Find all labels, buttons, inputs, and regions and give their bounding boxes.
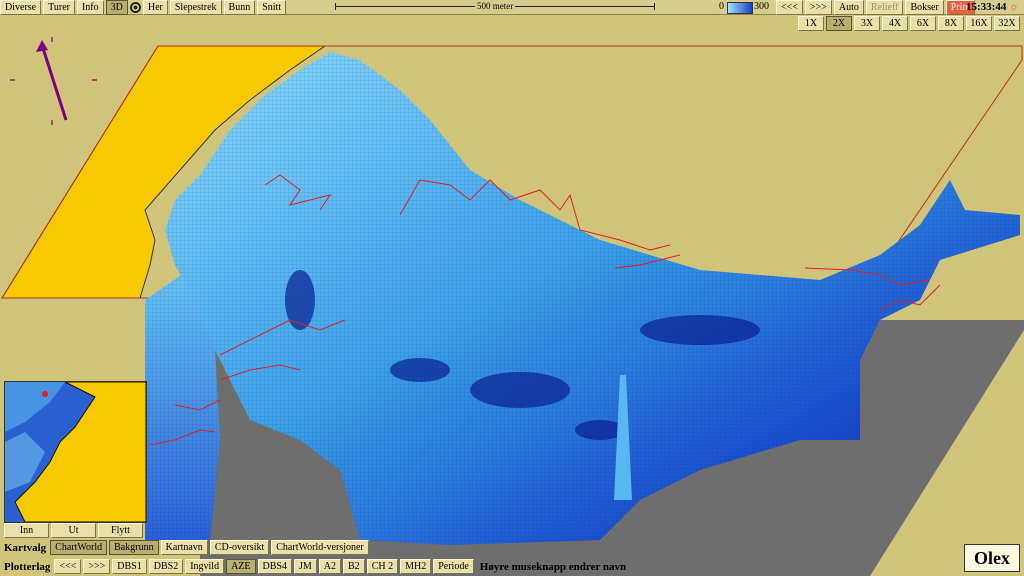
plotterlag-dbs1[interactable]: DBS1: [112, 559, 147, 574]
plotterlag-mh2[interactable]: MH2: [400, 559, 432, 574]
plotterlag-bar: Plotterlag <<< >>> DBS1 DBS2 Ingvild AZE…: [4, 559, 626, 574]
auto-button[interactable]: Auto: [833, 0, 864, 15]
zoom-4x[interactable]: 4X: [882, 16, 908, 31]
plotterlag-b2[interactable]: B2: [343, 559, 365, 574]
plotterlag-jm[interactable]: JM: [293, 559, 317, 574]
kartvalg-bakgrunn[interactable]: Bakgrunn: [109, 540, 159, 555]
plotterlag-ch2[interactable]: CH 2: [366, 559, 399, 574]
plotterlag-ingvild[interactable]: Ingvild: [185, 559, 225, 574]
menu-turer[interactable]: Turer: [43, 0, 75, 15]
nav-next-button[interactable]: >>>: [804, 0, 832, 15]
zoom-3x[interactable]: 3X: [854, 16, 880, 31]
depth-color-scale[interactable]: [727, 2, 753, 14]
plotterlag-aze[interactable]: AZE: [226, 559, 256, 574]
menu-diverse[interactable]: Diverse: [0, 0, 42, 15]
menu-slepestrek[interactable]: Slepestrek: [169, 0, 222, 15]
plotterlag-prev[interactable]: <<<: [54, 559, 82, 574]
kartvalg-chartworld-versjoner[interactable]: ChartWorld-versjoner: [271, 540, 369, 555]
target-icon[interactable]: [129, 1, 141, 13]
clock: 15:33:44: [966, 1, 1007, 13]
zoom-8x[interactable]: 8X: [938, 16, 964, 31]
kartvalg-cd-oversikt[interactable]: CD-oversikt: [209, 540, 270, 555]
olex-logo: Olex: [964, 544, 1020, 572]
kartvalg-label: Kartvalg: [4, 541, 47, 554]
relieff-button[interactable]: Relieff: [865, 0, 904, 15]
sun-icon[interactable]: ☼: [1009, 1, 1019, 13]
menu-bunn[interactable]: Bunn: [223, 0, 256, 15]
minimap-zoom-out-button[interactable]: Ut: [51, 523, 96, 538]
bathymetry-3d-view[interactable]: [0, 0, 1024, 576]
plotterlag-label: Plotterlag: [4, 560, 51, 573]
minimap-zoom-in-button[interactable]: Inn: [4, 523, 49, 538]
minimap-buttons: Inn Ut Flytt: [4, 523, 145, 538]
hint-text: Høyre museknapp endrer navn: [479, 560, 627, 573]
zoom-2x[interactable]: 2X: [826, 16, 852, 31]
depth-min: 0: [719, 1, 724, 12]
bokser-button[interactable]: Bokser: [905, 0, 944, 15]
overview-minimap[interactable]: [4, 381, 147, 523]
right-toolbar: <<< >>> Auto Relieff Bokser Print: [776, 0, 977, 15]
kartvalg-bar: Kartvalg ChartWorld Bakgrunn Kartnavn CD…: [4, 540, 371, 555]
menu-snitt[interactable]: Snitt: [257, 0, 287, 15]
scale-label: 500 meter: [475, 1, 516, 11]
plotterlag-dbs2[interactable]: DBS2: [148, 559, 184, 574]
kartvalg-kartnavn[interactable]: Kartnavn: [160, 540, 208, 555]
kartvalg-chartworld[interactable]: ChartWorld: [50, 540, 108, 555]
zoom-1x[interactable]: 1X: [798, 16, 824, 31]
plotterlag-dbs4[interactable]: DBS4: [257, 559, 292, 574]
plotterlag-next[interactable]: >>>: [83, 559, 111, 574]
btn-3d[interactable]: 3D: [105, 0, 128, 15]
zoom-6x[interactable]: 6X: [910, 16, 936, 31]
compass: [10, 37, 97, 125]
zoom-32x[interactable]: 32X: [994, 16, 1020, 31]
zoom-16x[interactable]: 16X: [966, 16, 992, 31]
depth-max: 300: [754, 1, 769, 12]
menu-her[interactable]: Her: [142, 0, 168, 15]
plotterlag-periode[interactable]: Periode: [433, 559, 474, 574]
nav-prev-button[interactable]: <<<: [776, 0, 803, 15]
zoom-bar: 1X 2X 3X 4X 6X 8X 16X 32X: [798, 16, 1022, 31]
minimap-move-button[interactable]: Flytt: [98, 523, 143, 538]
menu-info[interactable]: Info: [76, 0, 104, 15]
plotterlag-a2[interactable]: A2: [318, 559, 342, 574]
